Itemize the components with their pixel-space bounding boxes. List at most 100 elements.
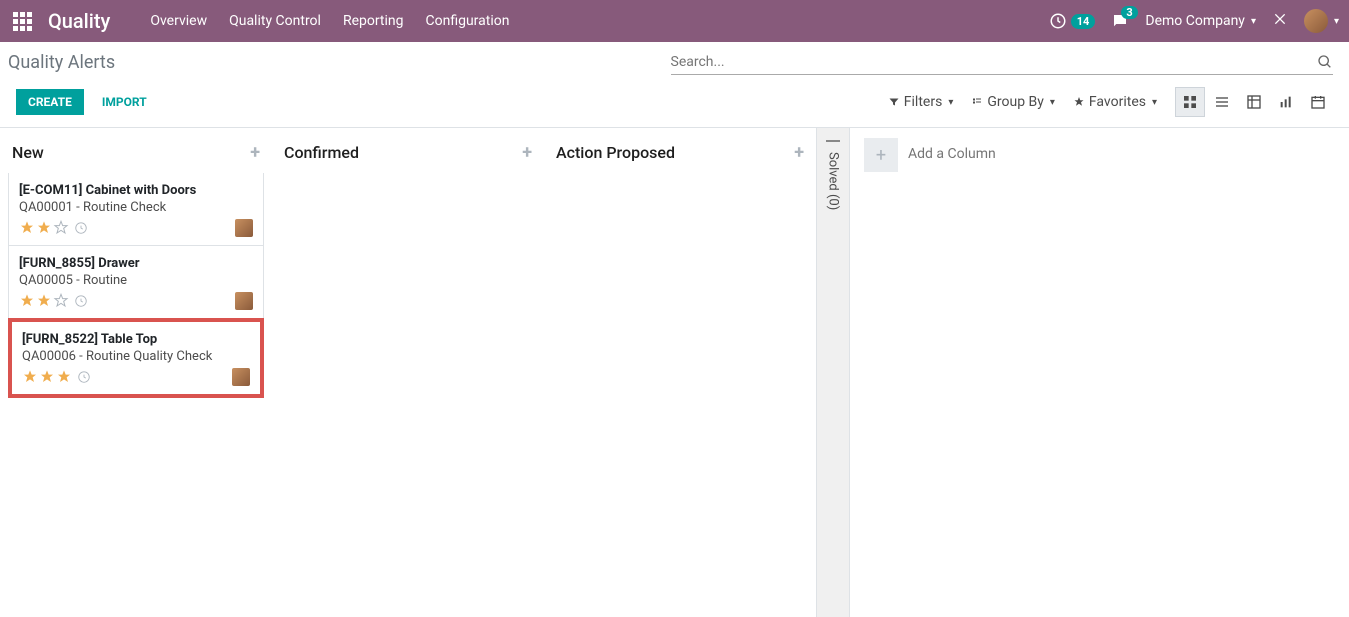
card-subtitle: QA00001 - Routine Check [19, 200, 253, 215]
graph-icon [1278, 94, 1294, 110]
caret-icon: ▾ [1050, 97, 1055, 108]
assignee-avatar[interactable] [232, 368, 250, 386]
priority-stars[interactable] [22, 369, 91, 385]
search-area [671, 50, 1334, 75]
card-subtitle: QA00006 - Routine Quality Check [22, 349, 250, 364]
card-title: [FURN_8522] Table Top [22, 332, 250, 347]
column-add-card[interactable]: + [794, 142, 804, 163]
apps-icon[interactable] [10, 9, 34, 33]
caret-icon: ▾ [1334, 16, 1339, 27]
card-footer [19, 219, 253, 237]
star-icon [1073, 96, 1085, 108]
kanban-card[interactable]: [FURN_8522] Table Top QA00006 - Routine … [8, 318, 264, 398]
view-graph[interactable] [1271, 87, 1301, 117]
clock-icon [77, 370, 91, 384]
nav-configuration[interactable]: Configuration [426, 13, 510, 29]
caret-icon: ▾ [1152, 97, 1157, 108]
groupby-icon [971, 96, 983, 108]
filters-dropdown[interactable]: Filters ▾ [888, 94, 954, 110]
kanban-card[interactable]: [FURN_8855] Drawer QA00005 - Routine [8, 246, 264, 319]
kanban-card[interactable]: [E-COM11] Cabinet with Doors QA00001 - R… [8, 173, 264, 246]
kanban-column: Confirmed + [272, 128, 544, 617]
add-column-input[interactable] [908, 138, 1086, 170]
view-switcher [1175, 87, 1333, 117]
company-name: Demo Company [1145, 13, 1245, 29]
view-list[interactable] [1207, 87, 1237, 117]
kanban-column-header: Action Proposed + [552, 136, 808, 173]
column-add-card[interactable]: + [250, 142, 260, 163]
priority-stars[interactable] [19, 293, 88, 309]
star-icon [56, 369, 72, 385]
priority-stars[interactable] [19, 220, 88, 236]
star-icon [36, 293, 52, 309]
timer-badge: 14 [1071, 14, 1096, 29]
card-footer [22, 368, 250, 386]
chat-badge: 3 [1121, 6, 1137, 19]
close-icon [1272, 11, 1288, 27]
navbar: Quality Overview Quality Control Reporti… [0, 0, 1349, 42]
debug-close[interactable] [1272, 11, 1288, 31]
nav-reporting[interactable]: Reporting [343, 13, 404, 29]
star-icon [53, 220, 69, 236]
kanban-column: Action Proposed + [544, 128, 816, 617]
nav-right: 14 3 Demo Company ▾ ▾ [1049, 9, 1339, 33]
import-button[interactable]: IMPORT [90, 89, 159, 115]
kanban-folded-solved[interactable]: Solved (0) [816, 128, 850, 617]
kanban-column: New + [E-COM11] Cabinet with Doors QA000… [0, 128, 272, 617]
control-panel: Quality Alerts CREATE IMPORT Filters ▾ G… [0, 42, 1349, 128]
groupby-label: Group By [987, 94, 1044, 110]
star-icon [19, 293, 35, 309]
filters-label: Filters [904, 94, 943, 110]
favorites-label: Favorites [1089, 94, 1146, 110]
avatar [1304, 9, 1328, 33]
company-switcher[interactable]: Demo Company ▾ [1145, 13, 1256, 29]
view-kanban[interactable] [1175, 87, 1205, 117]
timer-widget[interactable]: 14 [1049, 12, 1096, 30]
column-title: Action Proposed [556, 143, 675, 162]
search-icon[interactable] [1317, 54, 1333, 70]
collapse-icon [826, 140, 840, 142]
view-calendar[interactable] [1303, 87, 1333, 117]
star-icon [53, 293, 69, 309]
folded-title: Solved (0) [826, 152, 841, 210]
favorites-dropdown[interactable]: Favorites ▾ [1073, 94, 1157, 110]
timer-icon [1049, 12, 1067, 30]
app-brand[interactable]: Quality [48, 9, 110, 33]
add-column-button[interactable]: + [864, 138, 898, 172]
star-icon [22, 369, 38, 385]
kanban-add-column: + [850, 128, 1100, 617]
nav-quality-control[interactable]: Quality Control [229, 13, 321, 29]
star-icon [39, 369, 55, 385]
search-input[interactable] [671, 54, 1318, 70]
star-icon [19, 220, 35, 236]
kanban-column-header: New + [8, 136, 264, 173]
view-pivot[interactable] [1239, 87, 1269, 117]
kanban-icon [1182, 94, 1198, 110]
breadcrumb: Quality Alerts [8, 52, 115, 73]
chat-widget[interactable]: 3 [1111, 12, 1129, 30]
user-menu[interactable]: ▾ [1304, 9, 1339, 33]
card-title: [FURN_8855] Drawer [19, 256, 253, 271]
caret-icon: ▾ [948, 97, 953, 108]
list-icon [1214, 94, 1230, 110]
groupby-dropdown[interactable]: Group By ▾ [971, 94, 1055, 110]
column-title: Confirmed [284, 143, 359, 162]
column-title: New [12, 143, 44, 162]
column-add-card[interactable]: + [522, 142, 532, 163]
filter-icon [888, 96, 900, 108]
create-button[interactable]: CREATE [16, 89, 84, 115]
card-title: [E-COM11] Cabinet with Doors [19, 183, 253, 198]
pivot-icon [1246, 94, 1262, 110]
kanban-board: New + [E-COM11] Cabinet with Doors QA000… [0, 128, 1349, 617]
kanban-column-header: Confirmed + [280, 136, 536, 173]
assignee-avatar[interactable] [235, 219, 253, 237]
card-subtitle: QA00005 - Routine [19, 273, 253, 288]
calendar-icon [1310, 94, 1326, 110]
clock-icon [74, 221, 88, 235]
nav-overview[interactable]: Overview [150, 13, 207, 29]
search-options: Filters ▾ Group By ▾ Favorites ▾ [888, 87, 1333, 117]
assignee-avatar[interactable] [235, 292, 253, 310]
clock-icon [74, 294, 88, 308]
nav-menu: Overview Quality Control Reporting Confi… [150, 13, 509, 29]
star-icon [36, 220, 52, 236]
